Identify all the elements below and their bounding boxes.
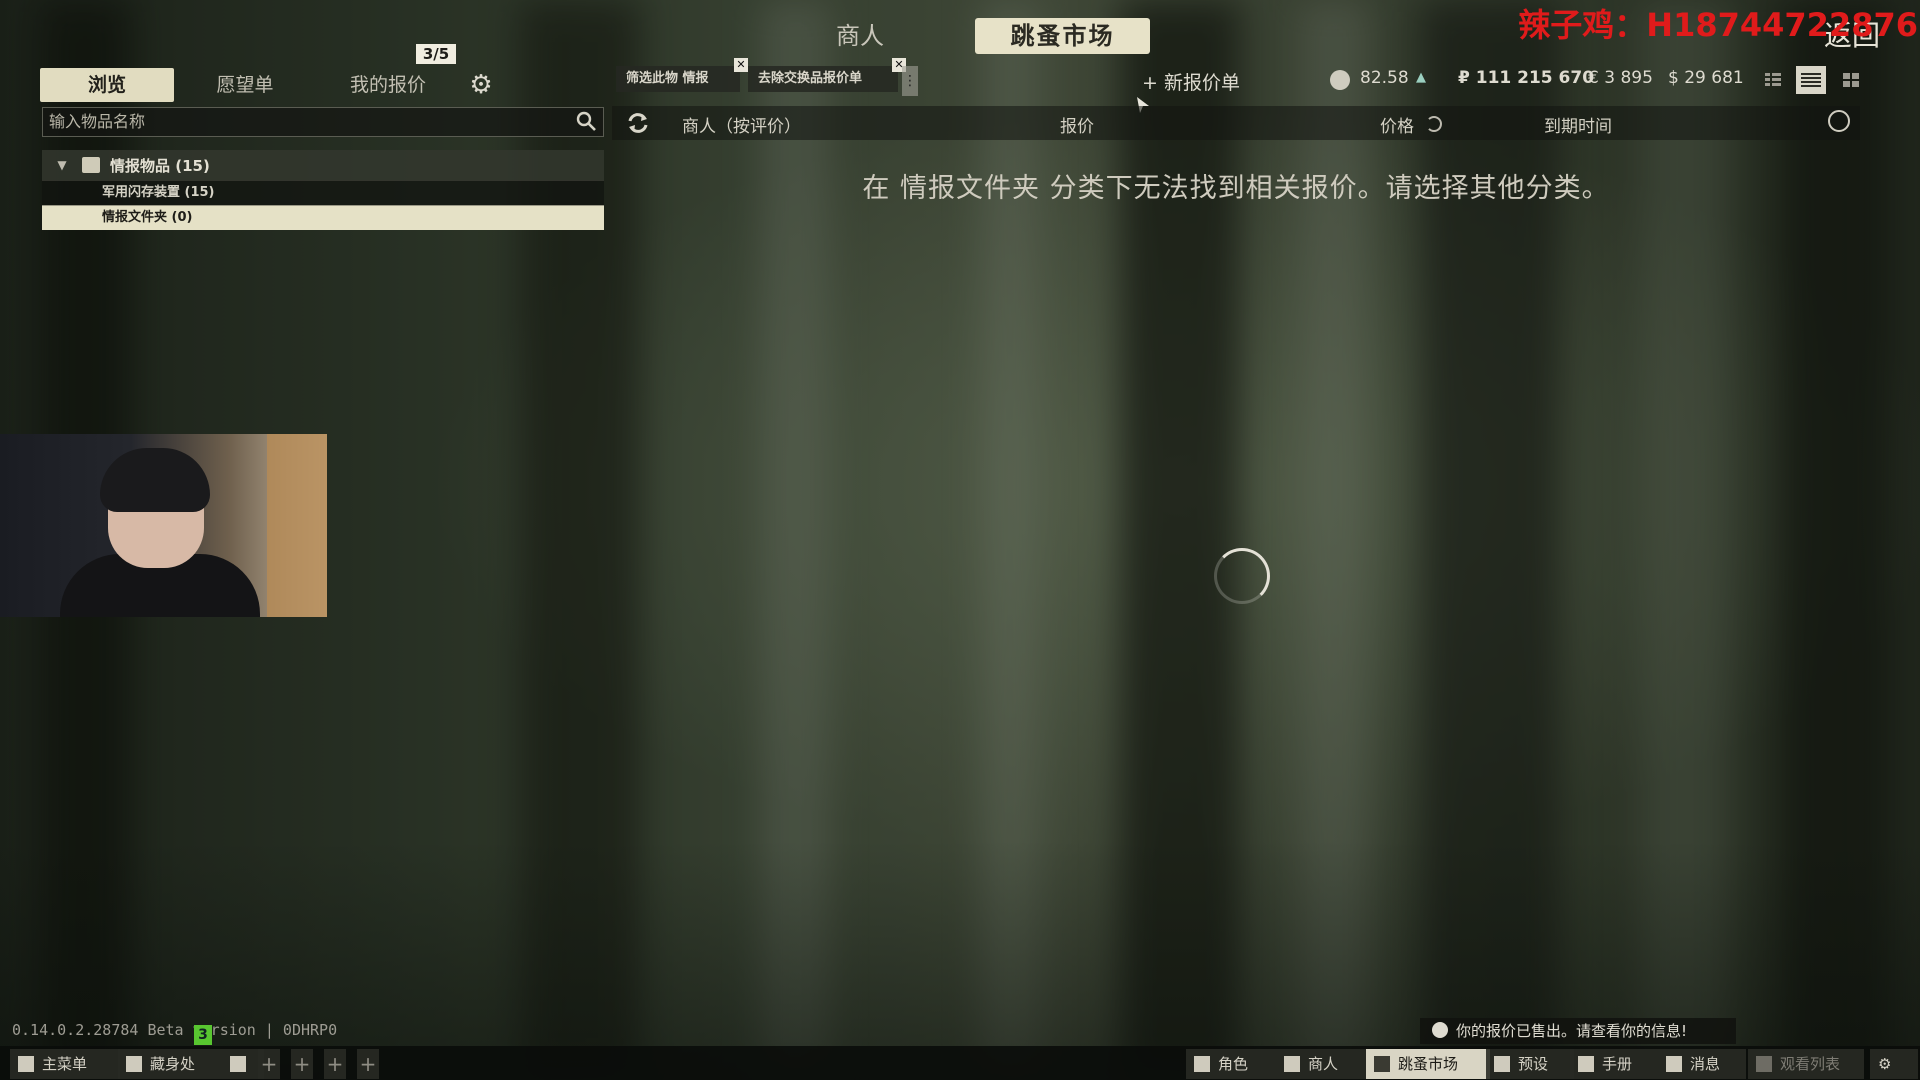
search-icon[interactable]	[575, 110, 597, 132]
close-icon[interactable]: ✕	[734, 58, 748, 72]
webcam-shelf	[267, 434, 327, 617]
taskbar-handbook[interactable]: 手册	[1570, 1049, 1658, 1079]
offers-count-badge: 3/5	[416, 44, 456, 64]
filter-chip-barter[interactable]: 去除交换品报价单 ✕	[748, 58, 906, 92]
notification-text: 你的报价已售出。请查看你的信息!	[1456, 1022, 1688, 1040]
roubles-balance: ₽ 111 215 670	[1458, 68, 1595, 88]
flea-market-icon	[1374, 1056, 1390, 1072]
taskbar-slot-add[interactable]: +	[357, 1049, 379, 1079]
webcam-person-hair	[100, 448, 210, 512]
background-fade	[0, 840, 1920, 1080]
column-merchant[interactable]: 商人（按评价）	[682, 112, 801, 137]
small-list-icon	[1765, 73, 1781, 86]
version-label: 0.14.0.2.28784 Beta version | 0DHRP0	[12, 1021, 338, 1039]
more-options-icon[interactable]: ⋮	[902, 66, 918, 96]
gear-icon[interactable]: ⚙	[468, 72, 494, 98]
menu-icon	[18, 1056, 34, 1072]
loading-spinner-icon	[1214, 548, 1270, 604]
taskbar-label: 消息	[1690, 1055, 1721, 1073]
column-price[interactable]: 价格	[1380, 112, 1414, 137]
grid-icon	[1843, 73, 1859, 87]
taskbar-label: 跳蚤市场	[1398, 1055, 1459, 1073]
taskbar-label: 观看列表	[1780, 1055, 1841, 1073]
tab-wishlist[interactable]: 愿望单	[200, 68, 290, 102]
taskbar-slot-add[interactable]: +	[291, 1049, 313, 1079]
taskbar-settings[interactable]: ⚙	[1870, 1049, 1918, 1079]
rating-icon	[1330, 70, 1350, 90]
taskbar-slot-add[interactable]: +	[258, 1049, 280, 1079]
taskbar-watchlist[interactable]: 观看列表	[1748, 1049, 1864, 1079]
taskbar-character[interactable]: 角色	[1186, 1049, 1276, 1079]
stream-overlay-text: 辣子鸡：H18744722876	[1518, 6, 1918, 44]
tab-flea-market[interactable]: 跳蚤市场	[975, 18, 1150, 54]
presets-icon	[1494, 1056, 1510, 1072]
filter-chip-item[interactable]: 筛选此物 情报 ✕	[616, 58, 748, 92]
dollars-balance: $ 29 681	[1668, 68, 1744, 88]
tree-item-flash-drive[interactable]: 军用闪存装置 (15)	[42, 180, 604, 205]
tab-browse[interactable]: 浏览	[40, 68, 174, 102]
category-tree: ▼ 情报物品 (15) 军用闪存装置 (15) 情报文件夹 (0)	[42, 150, 604, 230]
taskbar-flea-market[interactable]: 跳蚤市场	[1366, 1049, 1490, 1079]
character-icon	[1194, 1056, 1210, 1072]
taskbar-label: 角色	[1218, 1055, 1249, 1073]
webcam-feed	[0, 434, 327, 617]
profile-icon	[230, 1056, 246, 1072]
folder-icon	[82, 157, 100, 173]
taskbar-label: 预设	[1518, 1055, 1549, 1073]
tree-category-label: 情报物品 (15)	[110, 156, 210, 175]
refresh-icon[interactable]	[626, 112, 650, 134]
taskbar-presets[interactable]: 预设	[1486, 1049, 1574, 1079]
handbook-icon	[1578, 1056, 1594, 1072]
view-grid-button[interactable]	[1836, 66, 1866, 94]
auto-refresh-icon[interactable]	[1828, 110, 1850, 132]
euros-balance: € 3 895	[1588, 68, 1653, 88]
tree-item-intel-folder[interactable]: 情报文件夹 (0)	[42, 205, 604, 230]
taskbar-messages[interactable]: 消息	[1658, 1049, 1746, 1079]
trader-rating: 82.58	[1360, 68, 1409, 88]
taskbar-label: 主菜单	[42, 1055, 88, 1073]
column-expiration[interactable]: 到期时间	[1544, 112, 1612, 137]
taskbar-hideout[interactable]: 藏身处	[118, 1049, 222, 1079]
hideout-icon	[126, 1056, 142, 1072]
column-offer[interactable]: 报价	[1060, 112, 1094, 137]
taskbar-label: 藏身处	[150, 1055, 196, 1073]
search-input[interactable]	[43, 108, 575, 134]
empty-results-message: 在 情报文件夹 分类下无法找到相关报价。请选择其他分类。	[862, 173, 1610, 204]
chevron-down-icon[interactable]: ▼	[42, 158, 82, 172]
taskbar-label: 手册	[1602, 1055, 1633, 1073]
traders-icon	[1284, 1056, 1300, 1072]
taskbar-slot-add[interactable]: +	[324, 1049, 346, 1079]
taskbar-main-menu[interactable]: 主菜单	[10, 1049, 120, 1079]
sort-icon[interactable]	[1426, 116, 1442, 132]
tree-category[interactable]: ▼ 情报物品 (15)	[42, 150, 604, 180]
view-list-button[interactable]	[1796, 66, 1826, 94]
arrow-up-icon: ▲	[1416, 70, 1426, 85]
filter-chip-label: 去除交换品报价单	[758, 71, 863, 86]
warning-icon	[1756, 1056, 1772, 1072]
taskbar-traders[interactable]: 商人	[1276, 1049, 1370, 1079]
taskbar-label: 商人	[1308, 1055, 1339, 1073]
gear-icon: ⚙	[1878, 1055, 1892, 1073]
view-small-list-button[interactable]	[1758, 66, 1788, 94]
tab-merchants[interactable]: 商人	[820, 18, 900, 54]
notification-icon	[1432, 1022, 1448, 1038]
search-box	[42, 107, 604, 137]
list-icon	[1801, 73, 1821, 87]
notification-toast[interactable]: 你的报价已售出。请查看你的信息!	[1420, 1018, 1736, 1044]
new-offer-button[interactable]: + 新报价单	[1142, 68, 1240, 95]
filter-chip-label: 筛选此物 情报	[626, 71, 709, 86]
fps-badge: 3	[194, 1025, 212, 1045]
tab-my-offers[interactable]: 我的报价	[338, 68, 438, 102]
messages-icon	[1666, 1056, 1682, 1072]
